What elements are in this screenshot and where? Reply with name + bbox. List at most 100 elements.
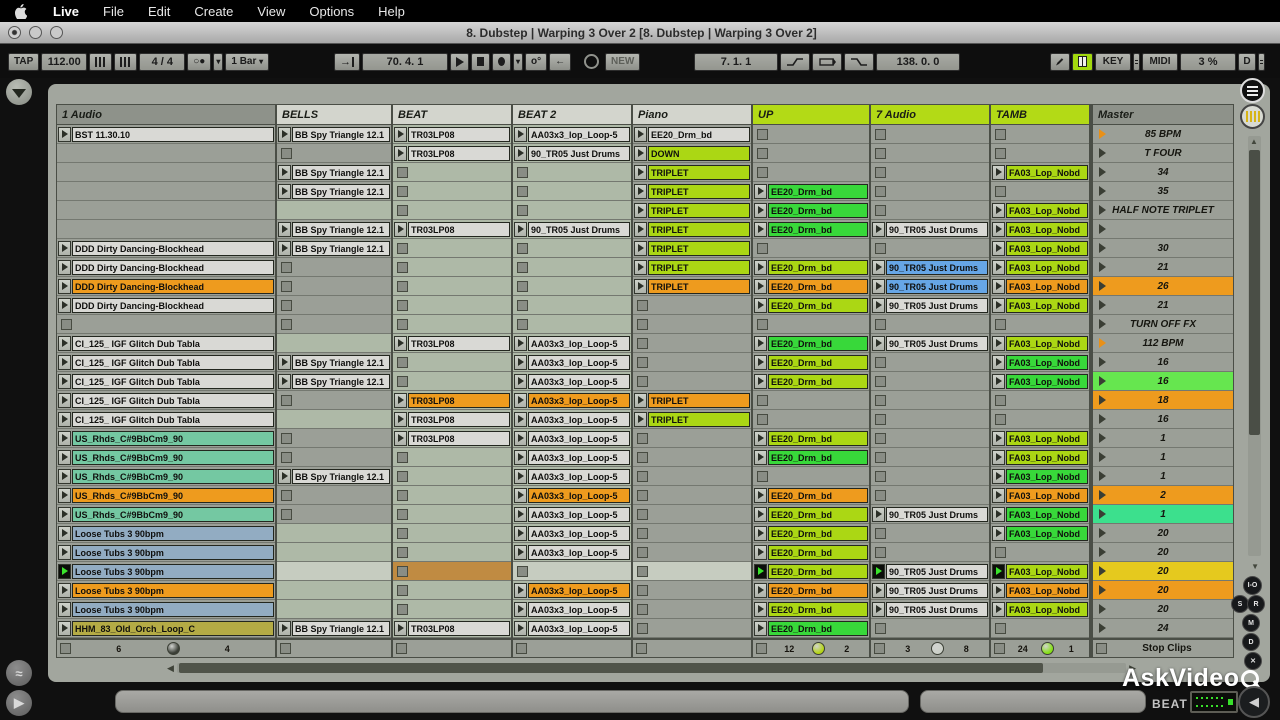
empty-clip-slot[interactable] — [753, 239, 869, 258]
clip-play-button[interactable] — [754, 183, 767, 199]
clip-stop-button[interactable] — [637, 622, 648, 634]
clip-play-button[interactable] — [394, 335, 407, 351]
clip-stop-button[interactable] — [875, 470, 886, 482]
clip-play-button[interactable] — [278, 373, 291, 389]
clip-play-button[interactable] — [992, 506, 1005, 522]
clip-stop-button[interactable] — [637, 603, 648, 615]
clip-play-button[interactable] — [58, 259, 71, 275]
clip-play-button[interactable] — [754, 487, 767, 503]
scroll-up-icon[interactable]: ▲ — [1250, 137, 1258, 146]
clip-play-button[interactable] — [394, 126, 407, 142]
track-stop-button[interactable] — [756, 643, 767, 654]
scene-slot[interactable]: 30 — [1093, 239, 1233, 258]
clip-play-button[interactable] — [754, 297, 767, 313]
clip-stop-button[interactable] — [281, 489, 292, 501]
session-record-ring-icon[interactable] — [584, 54, 599, 69]
clip-play-button[interactable] — [634, 240, 647, 256]
clip-slot[interactable]: AA03x3_lop_Loop-5 — [513, 543, 631, 562]
clip-play-button[interactable] — [634, 145, 647, 161]
scene-play-triangle-icon[interactable] — [1099, 300, 1106, 310]
window-minimize-button[interactable] — [29, 26, 42, 39]
empty-clip-slot[interactable] — [393, 562, 511, 581]
clip-play-button[interactable] — [754, 259, 767, 275]
clip-slot[interactable]: US_Rhds_C#9BbCm9_90 — [57, 486, 275, 505]
clip-play-button[interactable] — [992, 335, 1005, 351]
clip-play-button[interactable] — [58, 335, 71, 351]
scene-play-triangle-icon[interactable] — [1099, 338, 1106, 348]
show-io-toggle[interactable]: I-O — [1243, 576, 1262, 595]
empty-clip-slot[interactable] — [513, 239, 631, 258]
clip-slot[interactable]: DOWN — [633, 144, 751, 163]
clip-slot[interactable]: TR03LP08 — [393, 334, 511, 353]
empty-clip-slot[interactable] — [871, 144, 989, 163]
clip-slot[interactable]: EE20_Drm_bd — [633, 125, 751, 144]
clip-play-button[interactable] — [58, 601, 71, 617]
cpu-load-display[interactable]: 3 % — [1180, 52, 1236, 71]
clip-slot[interactable]: BB Spy Triangle 12.1 — [277, 220, 391, 239]
stop-button[interactable] — [471, 52, 490, 71]
clip-play-button[interactable] — [278, 354, 291, 370]
scene-slot[interactable]: 21 — [1093, 296, 1233, 315]
menu-edit[interactable]: Edit — [148, 4, 170, 19]
clip-stop-button[interactable] — [637, 546, 648, 558]
clip-play-button[interactable] — [634, 278, 647, 294]
empty-clip-slot[interactable] — [277, 277, 391, 296]
scene-slot[interactable]: 35 — [1093, 182, 1233, 201]
clip-slot[interactable]: Loose Tubs 3 90bpm — [57, 543, 275, 562]
clip-slot[interactable]: EE20_Drm_bd — [753, 543, 869, 562]
clip-slot[interactable]: BB Spy Triangle 12.1 — [277, 467, 391, 486]
key-map-button[interactable]: KEY — [1095, 52, 1131, 71]
clip-slot[interactable]: 90_TR05 Just Drums — [871, 258, 989, 277]
empty-clip-slot[interactable] — [753, 391, 869, 410]
clip-stop-button[interactable] — [637, 489, 648, 501]
empty-clip-slot[interactable] — [991, 315, 1089, 334]
clip-play-button[interactable] — [754, 506, 767, 522]
clip-play-button[interactable] — [754, 620, 767, 636]
record-dropdown-icon[interactable]: ▾ — [513, 52, 524, 71]
clip-play-button[interactable] — [872, 221, 885, 237]
clip-stop-button[interactable] — [281, 432, 292, 444]
clip-slot[interactable]: EE20_Drm_bd — [753, 372, 869, 391]
new-button[interactable]: NEW — [605, 52, 641, 71]
scene-play-triangle-icon[interactable] — [1099, 319, 1106, 329]
clip-stop-button[interactable] — [875, 489, 886, 501]
empty-clip-slot[interactable] — [633, 448, 751, 467]
empty-clip-slot[interactable] — [277, 581, 391, 600]
clip-slot[interactable]: 90_TR05 Just Drums — [871, 505, 989, 524]
empty-clip-slot[interactable] — [277, 448, 391, 467]
clip-play-button[interactable] — [514, 582, 527, 598]
clip-stop-button[interactable] — [397, 565, 408, 577]
clip-slot[interactable]: EE20_Drm_bd — [753, 448, 869, 467]
empty-clip-slot[interactable] — [513, 562, 631, 581]
empty-clip-slot[interactable] — [277, 315, 391, 334]
quantization-menu[interactable]: 1 Bar ▾ — [225, 52, 270, 71]
clip-play-button[interactable] — [278, 620, 291, 636]
clip-slot[interactable]: BB Spy Triangle 12.1 — [277, 125, 391, 144]
clip-play-button[interactable] — [58, 449, 71, 465]
clip-slot[interactable]: 90_TR05 Just Drums — [871, 562, 989, 581]
empty-clip-slot[interactable] — [871, 163, 989, 182]
clip-play-button[interactable] — [754, 335, 767, 351]
clip-slot[interactable]: 90_TR05 Just Drums — [871, 334, 989, 353]
scene-slot[interactable]: 20 — [1093, 562, 1233, 581]
show-returns-toggle[interactable]: R — [1247, 595, 1265, 613]
clip-stop-button[interactable] — [875, 432, 886, 444]
empty-clip-slot[interactable] — [513, 163, 631, 182]
clip-playing-button[interactable] — [58, 563, 71, 579]
computer-midi-keyboard-button[interactable] — [1072, 52, 1093, 71]
empty-clip-slot[interactable] — [277, 410, 391, 429]
clip-stop-button[interactable] — [281, 508, 292, 520]
clip-play-button[interactable] — [394, 392, 407, 408]
clip-play-button[interactable] — [992, 221, 1005, 237]
clip-play-button[interactable] — [514, 411, 527, 427]
scene-play-triangle-icon[interactable] — [1099, 623, 1106, 633]
clip-slot[interactable]: TR03LP08 — [393, 619, 511, 638]
clip-slot[interactable]: AA03x3_lop_Loop-5 — [513, 125, 631, 144]
empty-clip-slot[interactable] — [513, 315, 631, 334]
clip-slot[interactable]: FA03_Lop_Nobd — [991, 505, 1089, 524]
scene-play-triangle-icon[interactable] — [1099, 547, 1106, 557]
empty-clip-slot[interactable] — [871, 410, 989, 429]
clip-stop-button[interactable] — [875, 527, 886, 539]
clip-stop-button[interactable] — [637, 318, 648, 330]
empty-clip-slot[interactable] — [57, 201, 275, 220]
